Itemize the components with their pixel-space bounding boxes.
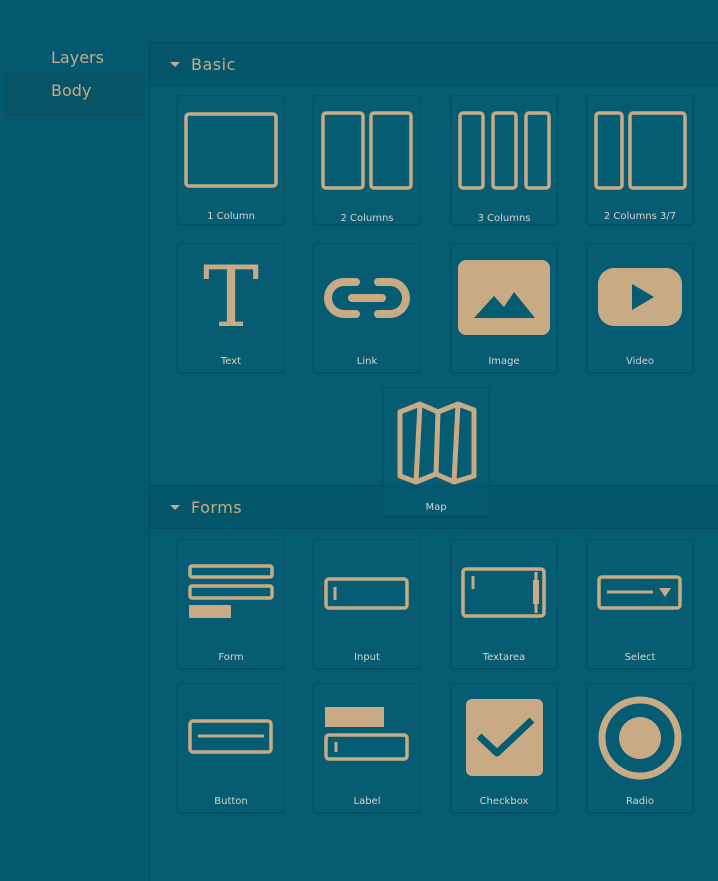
- layer-item-body[interactable]: Body: [5, 72, 144, 115]
- three-columns-icon: [458, 111, 551, 190]
- block-2-columns-3-7[interactable]: 2 Columns 3/7: [586, 95, 694, 225]
- block-label: Text: [220, 356, 242, 367]
- block-label: Form: [218, 652, 244, 663]
- one-column-icon: [184, 112, 278, 188]
- block-map[interactable]: Map: [382, 387, 490, 517]
- block-label-element[interactable]: Label: [313, 683, 421, 813]
- two-columns-3-7-icon: [594, 111, 687, 190]
- block-select[interactable]: Select: [586, 539, 694, 669]
- block-input[interactable]: Input: [313, 539, 421, 669]
- form-icon: [188, 564, 274, 618]
- map-icon: [397, 401, 477, 485]
- block-label: Textarea: [482, 652, 526, 663]
- button-icon: [188, 719, 273, 754]
- input-icon: [324, 577, 409, 610]
- block-label: Checkbox: [479, 796, 529, 807]
- block-2-columns[interactable]: 2 Columns: [313, 95, 421, 225]
- block-label: Map: [425, 502, 447, 513]
- block-label: Button: [214, 796, 248, 807]
- block-label: 2 Columns: [340, 213, 394, 224]
- video-icon: [598, 268, 682, 326]
- block-checkbox[interactable]: Checkbox: [450, 683, 558, 813]
- block-1-column[interactable]: 1 Column: [177, 95, 285, 225]
- section-title-forms: Forms: [191, 497, 243, 517]
- block-link[interactable]: Link: [313, 243, 421, 373]
- image-icon: [458, 260, 550, 335]
- layers-title: Layers: [51, 48, 104, 67]
- text-icon: T: [203, 248, 259, 346]
- layer-manager: Layers Body: [5, 42, 144, 115]
- block-label: Video: [625, 356, 655, 367]
- block-button[interactable]: Button: [177, 683, 285, 813]
- link-icon: [324, 278, 410, 318]
- block-label: Select: [624, 652, 656, 663]
- block-video[interactable]: Video: [586, 243, 694, 373]
- block-label: 2 Columns 3/7: [603, 211, 677, 222]
- block-image[interactable]: Image: [450, 243, 558, 373]
- block-label: Radio: [625, 796, 655, 807]
- section-title-basic: Basic: [191, 54, 236, 74]
- block-label: Image: [488, 356, 520, 367]
- two-columns-icon: [321, 111, 413, 190]
- block-text[interactable]: T Text: [177, 243, 285, 373]
- textarea-icon: [461, 567, 546, 618]
- select-icon: [597, 575, 682, 610]
- section-header-basic[interactable]: Basic: [150, 42, 718, 86]
- block-radio[interactable]: Radio: [586, 683, 694, 813]
- block-label: 1 Column: [207, 211, 255, 222]
- blocks-panel: Basic 1 Column 2 Columns 3 Columns 2 Col…: [149, 42, 718, 881]
- checkbox-icon: [466, 699, 543, 776]
- radio-icon: [598, 696, 682, 780]
- block-textarea[interactable]: Textarea: [450, 539, 558, 669]
- block-form[interactable]: Form: [177, 539, 285, 669]
- block-label: 3 Columns: [477, 213, 531, 224]
- caret-down-icon: [170, 61, 180, 67]
- svg-text:T: T: [203, 248, 259, 346]
- block-3-columns[interactable]: 3 Columns: [450, 95, 558, 225]
- block-label: Link: [356, 356, 378, 367]
- block-label: Label: [353, 796, 381, 807]
- block-label: Input: [354, 652, 380, 663]
- caret-down-icon: [170, 504, 180, 510]
- label-icon: [324, 707, 409, 761]
